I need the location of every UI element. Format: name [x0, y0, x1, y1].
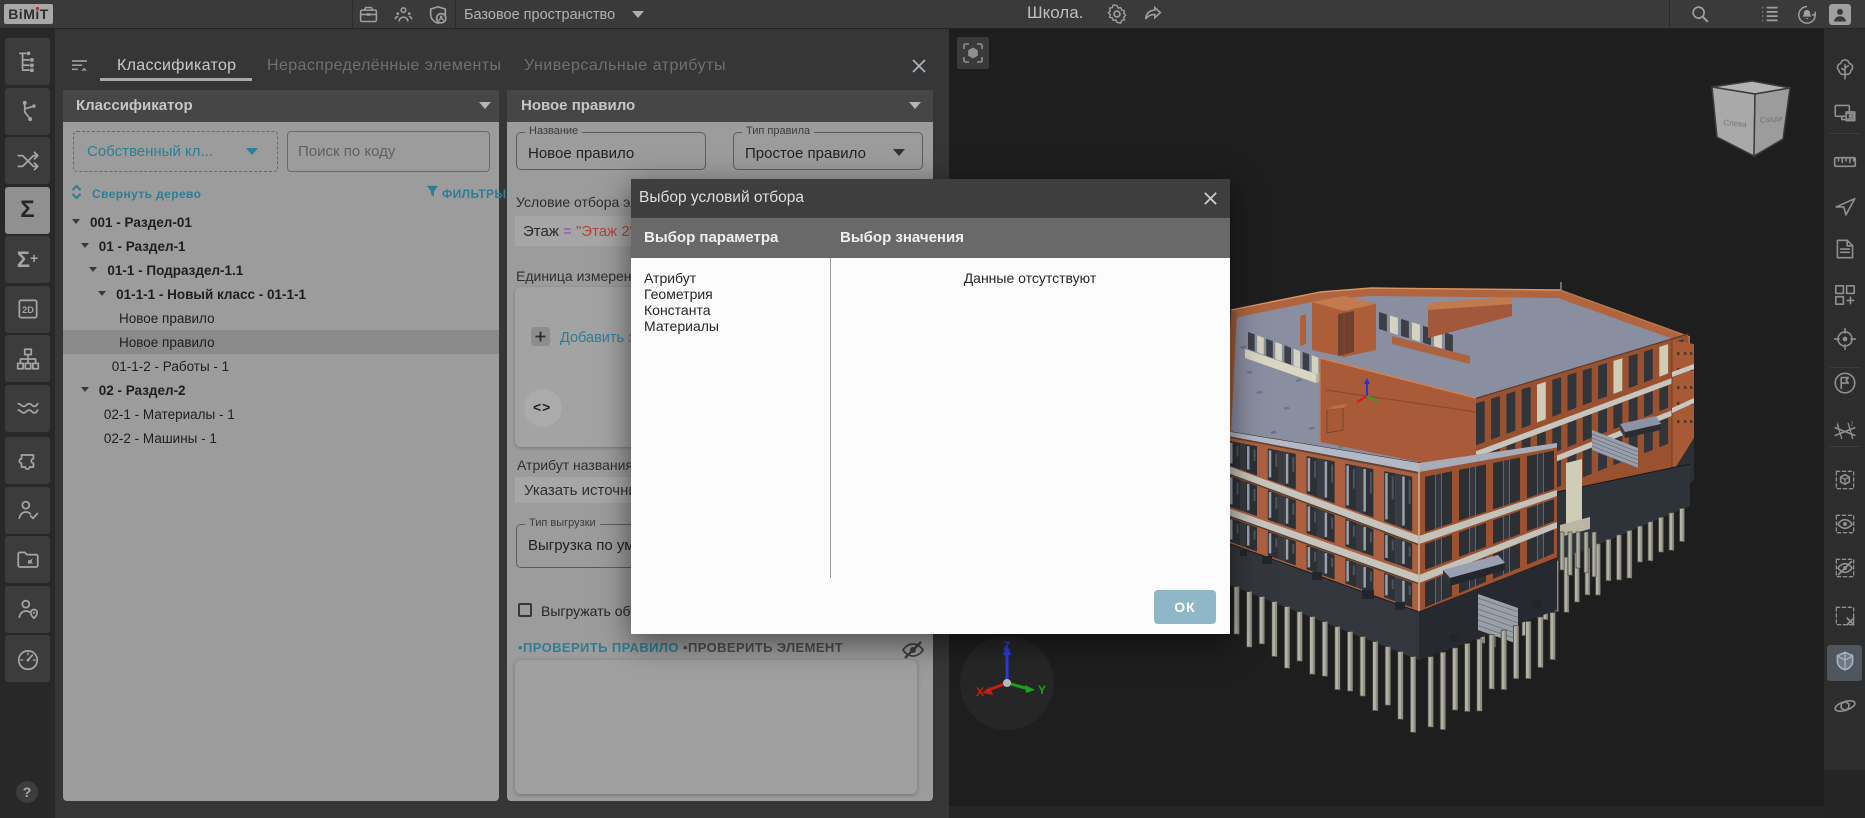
svg-text:2D: 2D: [22, 305, 34, 315]
svg-text:X: X: [976, 685, 984, 699]
svg-text:1: 1: [1836, 423, 1839, 429]
svg-text:Z: Z: [1003, 639, 1010, 653]
svg-text:Y: Y: [1038, 683, 1046, 697]
svg-text:2: 2: [1850, 422, 1853, 428]
